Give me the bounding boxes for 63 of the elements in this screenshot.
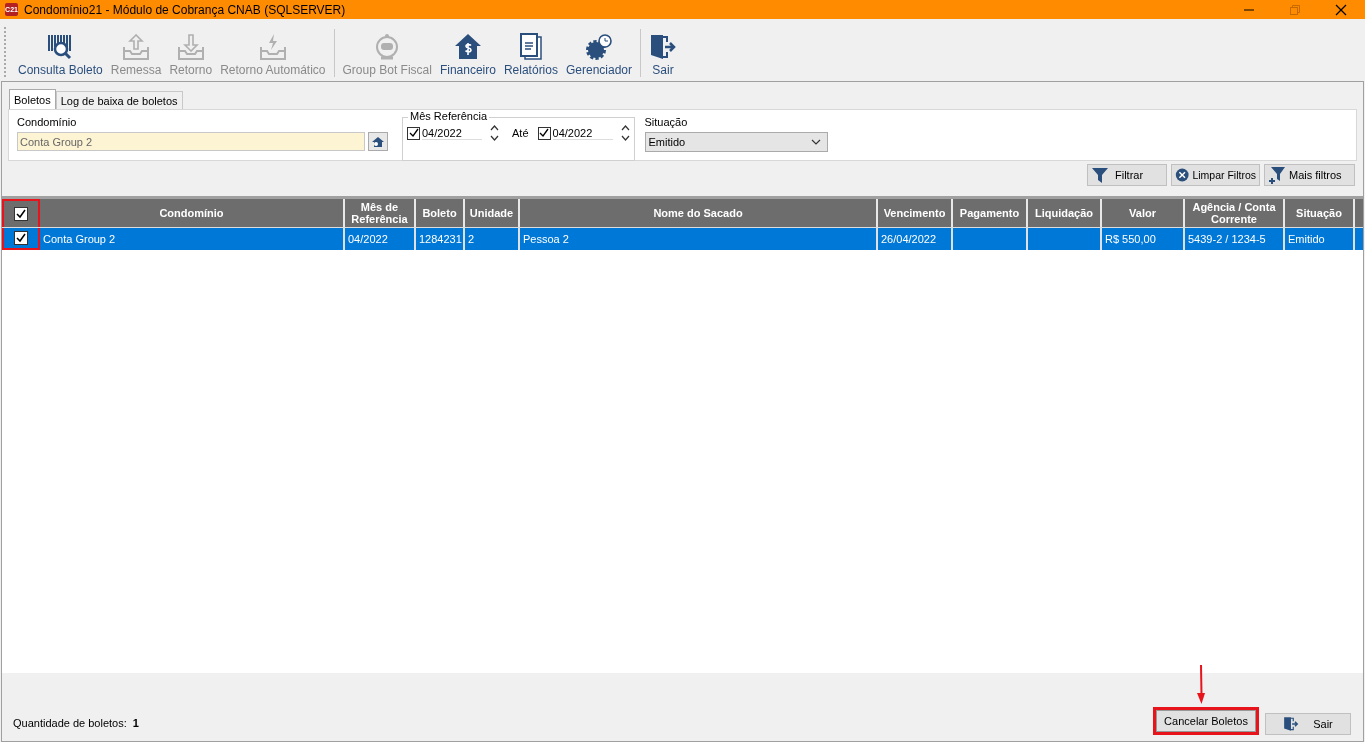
robot-icon (376, 34, 399, 60)
house-search-icon (371, 135, 385, 148)
table-cell: Pessoa 2 (523, 233, 569, 245)
arrow-annotation (1196, 665, 1206, 705)
filter-button[interactable]: Filtrar (1087, 164, 1167, 186)
table-cell: 2 (468, 233, 475, 245)
field-label: Situação (644, 116, 689, 128)
table-cell: 5439-2 / 1234-5 (1188, 233, 1266, 245)
spinner-icon (490, 124, 499, 142)
count-label: Quantidade de boletos: (13, 717, 127, 729)
table-cell: 04/2022 (348, 233, 388, 245)
field-label: Condomínio (17, 116, 78, 128)
date-field[interactable]: 04/2022 (407, 123, 499, 143)
situacao-dropdown[interactable]: Emitido (644, 132, 828, 152)
gear-clock-icon (586, 34, 612, 60)
toolbar-button[interactable]: Sair (645, 33, 681, 77)
table-cell: Conta Group 2 (43, 233, 116, 245)
table-cell: 1284231 (419, 233, 462, 245)
tab[interactable]: Boletos (9, 89, 56, 109)
clear-icon (1175, 166, 1190, 184)
close-icon (1335, 3, 1347, 16)
toolbar-grip (4, 27, 8, 77)
exit-button[interactable]: Sair (1265, 713, 1351, 735)
restore-icon (1289, 3, 1301, 16)
tray-upload-icon (123, 33, 150, 60)
chevron-down-icon (810, 139, 821, 145)
checkbox[interactable] (407, 126, 420, 140)
window-title: Condomínio21 - Módulo de Cobrança CNAB (SQLSERVER) (24, 2, 347, 17)
select-all-checkbox[interactable] (14, 207, 28, 221)
table-cell: R$ 550,00 (1105, 233, 1156, 245)
condominio-field[interactable]: Conta Group 2 (17, 132, 365, 151)
row-checkbox[interactable] (14, 231, 28, 245)
toolbar-button[interactable]: Relatórios (499, 33, 562, 77)
cancel-button[interactable]: Cancelar Boletos (1153, 707, 1259, 735)
tab[interactable]: Log de baixa de boletos (55, 91, 183, 109)
check-icon (539, 128, 549, 138)
exit-door-icon (1283, 716, 1300, 732)
toolbar-button[interactable]: Financeiro (435, 33, 500, 77)
check-icon (16, 209, 26, 219)
check-icon (16, 233, 26, 243)
tray-download-icon (177, 34, 204, 60)
search-condominio-button[interactable] (368, 132, 388, 151)
filter-button[interactable]: Limpar Filtros (1171, 164, 1260, 186)
toolbar-button[interactable]: Consulta Boleto (14, 33, 107, 77)
check-icon (408, 128, 419, 138)
table-cell: Emitido (1288, 233, 1325, 245)
house-dollar-icon (454, 34, 481, 59)
checkbox[interactable] (537, 126, 551, 140)
filter-icon (1091, 166, 1109, 184)
table-row[interactable]: Conta Group 2 04/2022 1284231 2 Pessoa 2 26/04/2022 R$ 550,00 5439-2 / 1234-5 Emitido (2, 227, 1363, 250)
toolbar-button[interactable]: Gerenciador (561, 33, 636, 77)
spinner-icon (620, 124, 630, 142)
date-field[interactable]: 04/2022 (537, 123, 630, 143)
exit-door-icon (651, 35, 676, 59)
filter-plus-icon (1268, 166, 1286, 184)
filter-button[interactable]: Mais filtros (1264, 164, 1355, 186)
barcode-search-icon (48, 34, 72, 60)
group-title: Mês Referência (408, 110, 490, 122)
tray-lightning-icon (259, 34, 286, 60)
count-value: 1 (132, 717, 139, 729)
documents-icon (519, 33, 542, 60)
table-cell: 26/04/2022 (881, 233, 937, 245)
field-label: Até (512, 127, 529, 139)
